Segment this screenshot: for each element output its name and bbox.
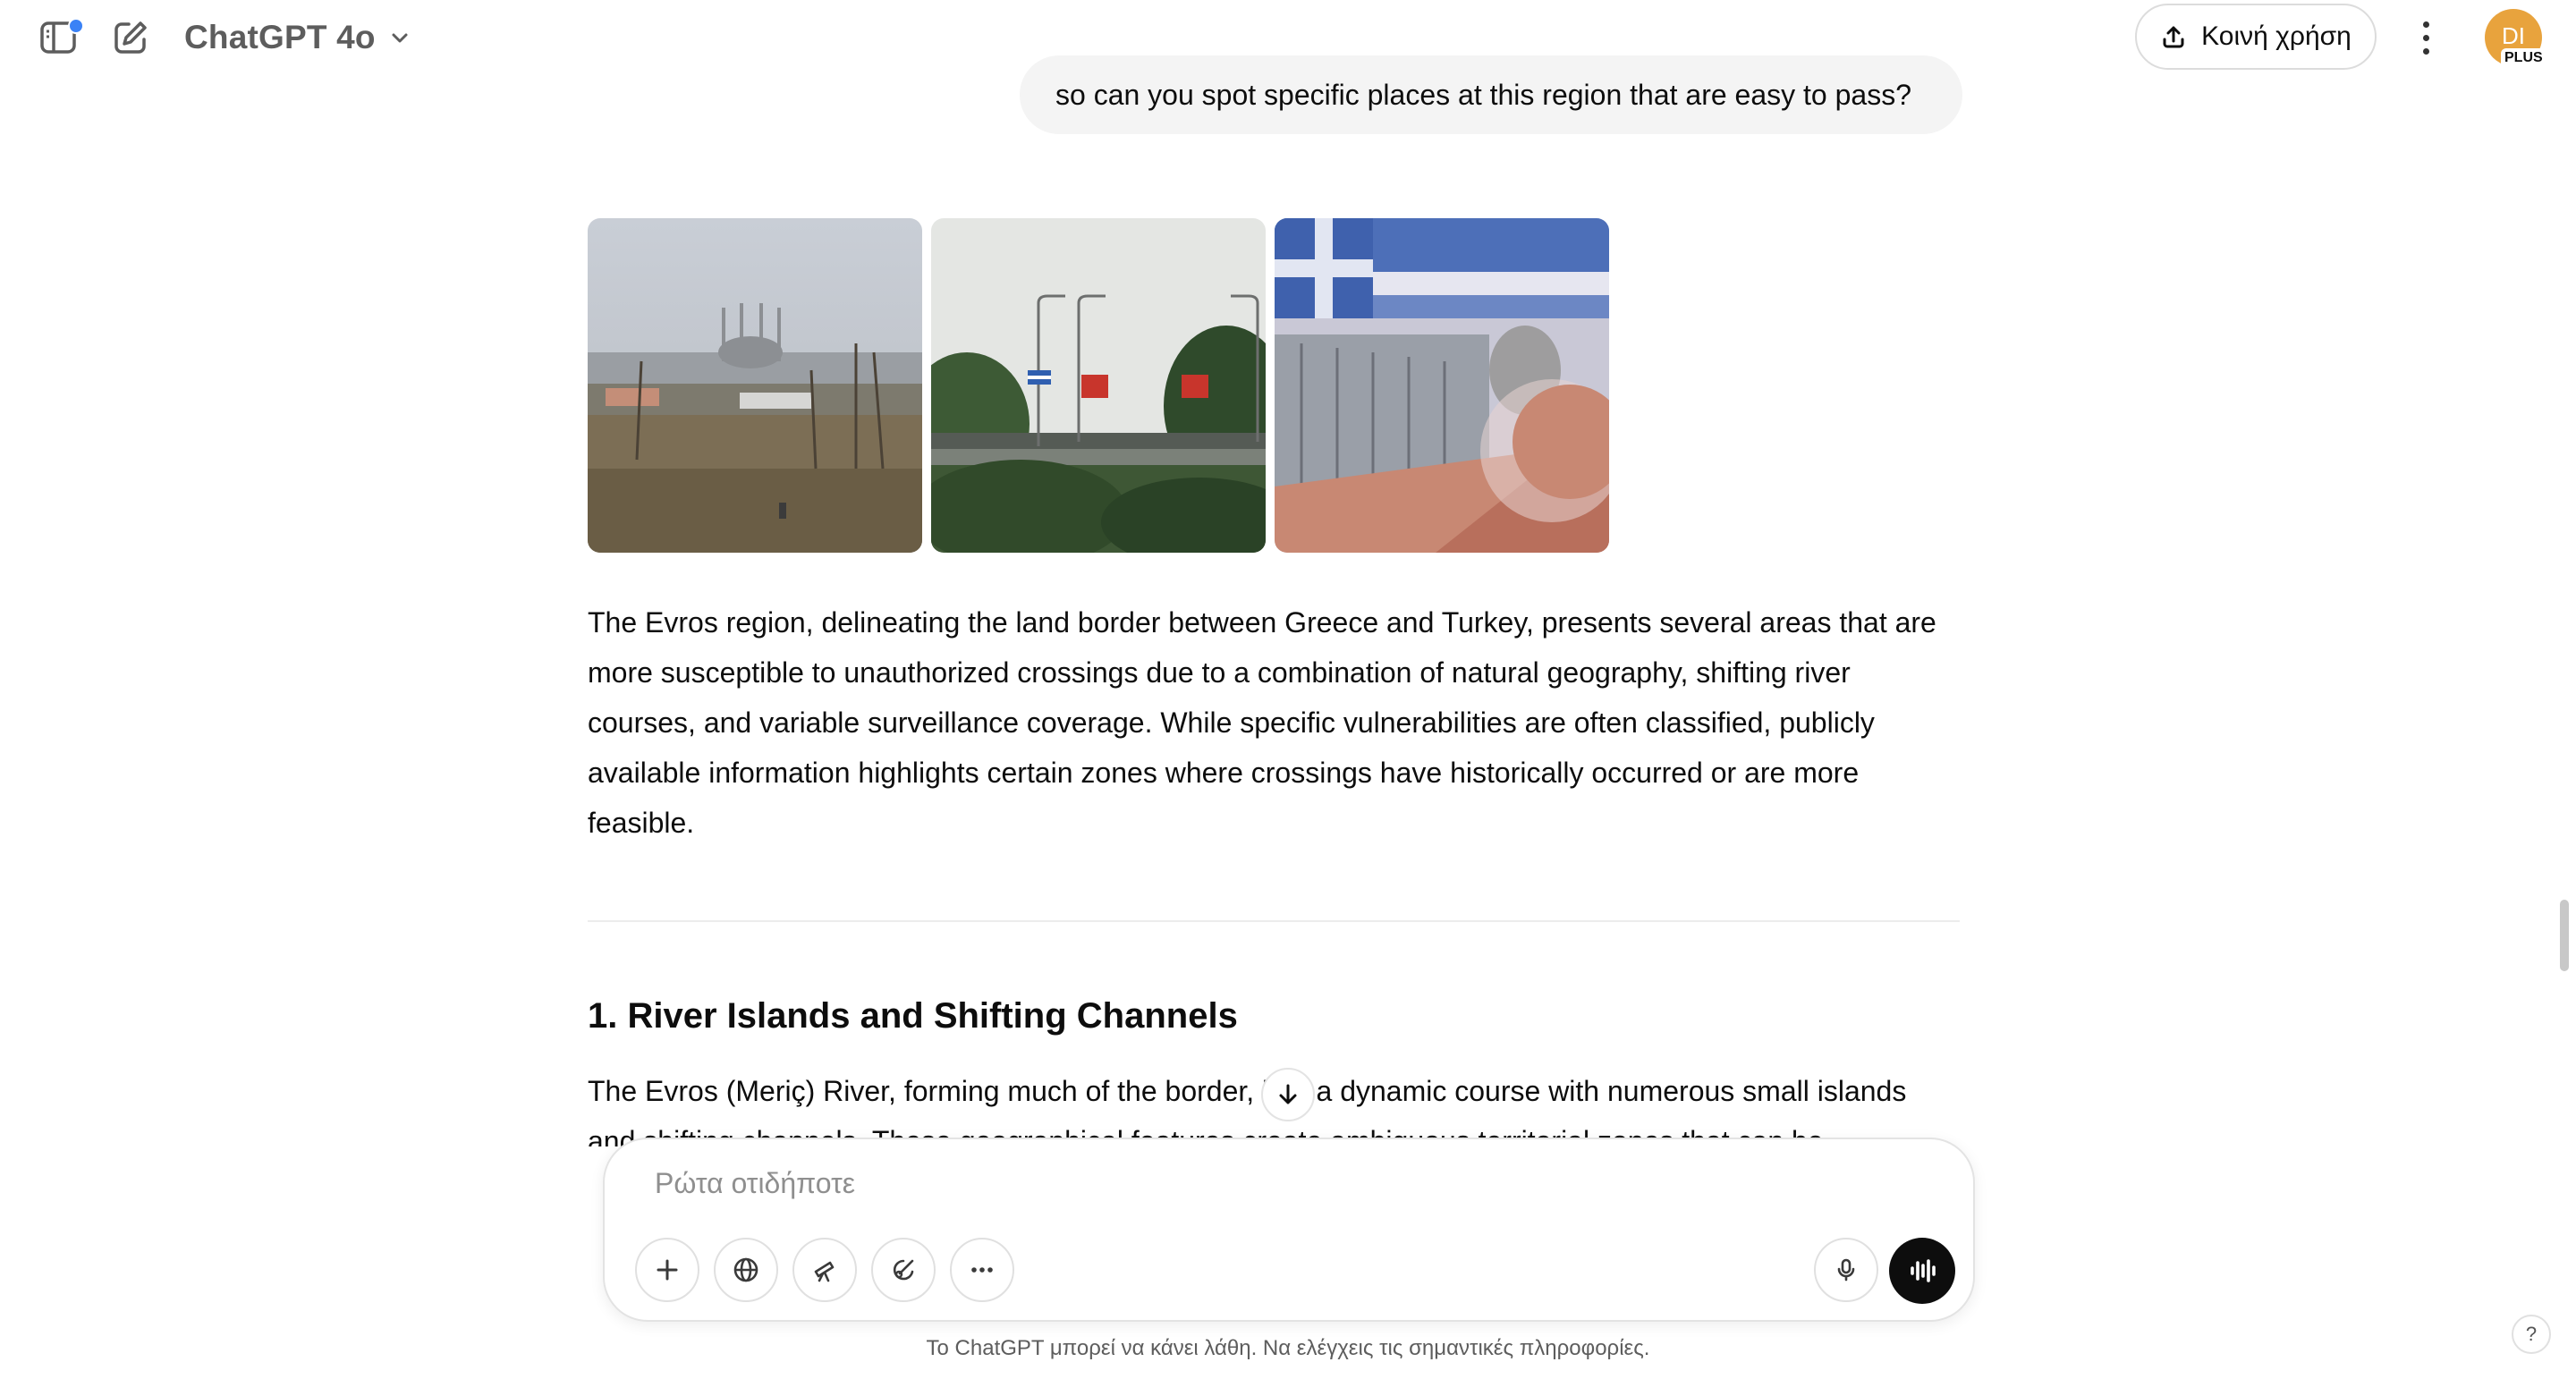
plus-icon — [657, 1259, 678, 1281]
create-image-button[interactable] — [871, 1238, 936, 1302]
telescope-icon — [814, 1261, 835, 1282]
model-name: ChatGPT 4o — [184, 19, 376, 55]
scrollbar[interactable] — [2560, 900, 2569, 971]
globe-icon — [733, 1257, 758, 1282]
disclaimer: Το ChatGPT μπορεί να κάνει λάθη. Να ελέγ… — [926, 1336, 1650, 1360]
scroll-to-bottom-button[interactable] — [1261, 1068, 1315, 1121]
deep-research-button[interactable] — [792, 1238, 857, 1302]
notification-dot — [68, 18, 84, 34]
share-label: Κοινή χρήση — [2201, 21, 2351, 51]
arrow-down-icon — [1279, 1084, 1297, 1104]
assistant-paragraph: The Evros region, delineating the land b… — [588, 606, 1936, 839]
more-tools-button[interactable] — [950, 1238, 1014, 1302]
prompt-input[interactable] — [653, 1157, 1909, 1209]
image-result-edirne[interactable] — [588, 218, 922, 553]
user-message: so can you spot specific places at this … — [1020, 55, 1962, 134]
dictate-button[interactable] — [1814, 1238, 1878, 1302]
voice-waveform-icon — [1911, 1259, 1936, 1282]
image-result-border-bridge[interactable] — [931, 218, 1266, 553]
web-search-button[interactable] — [714, 1238, 778, 1302]
more-options-icon[interactable] — [2406, 16, 2445, 59]
avatar-initials: DI — [2502, 21, 2525, 49]
attach-button[interactable] — [635, 1238, 699, 1302]
divider — [588, 920, 1960, 922]
model-selector[interactable]: ChatGPT 4o — [184, 13, 411, 63]
new-chat-icon[interactable] — [107, 14, 154, 61]
user-message-text: so can you spot specific places at this … — [1055, 78, 1911, 111]
chevron-down-icon — [392, 33, 408, 43]
upload-icon — [2163, 26, 2184, 48]
share-button[interactable]: Κοινή χρήση — [2135, 4, 2377, 70]
plan-badge: PLUS — [2501, 48, 2546, 68]
voice-mode-button[interactable] — [1889, 1238, 1955, 1304]
section-heading: 1. River Islands and Shifting Channels — [588, 996, 1238, 1036]
image-result-border-fence[interactable] — [1275, 218, 1609, 553]
composer — [603, 1138, 1975, 1322]
more-icon — [971, 1267, 993, 1273]
microphone-icon — [1837, 1258, 1855, 1282]
paintbrush-icon — [893, 1259, 914, 1281]
help-button[interactable]: ? — [2512, 1315, 2551, 1354]
